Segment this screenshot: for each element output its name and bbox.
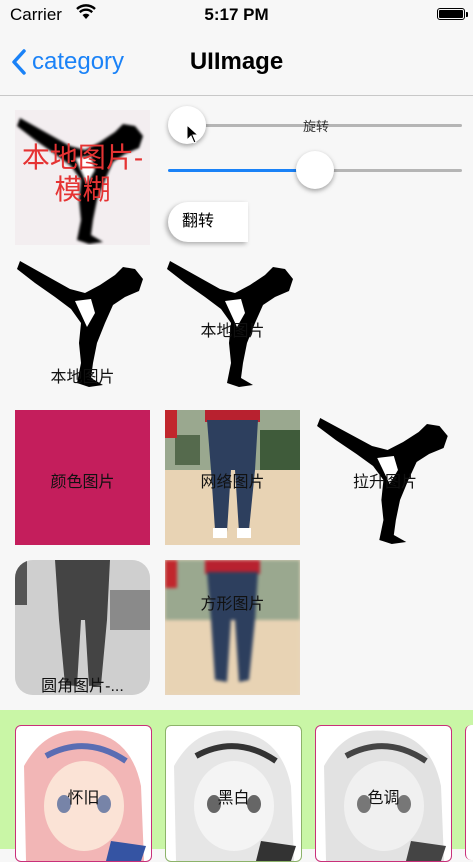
flip-button[interactable]: 翻转	[168, 202, 248, 242]
rotate-label: 旋转	[303, 119, 330, 134]
page-title: UIImage	[189, 48, 284, 75]
square-image-tile: 方形图片	[165, 560, 300, 695]
jeans-photo-blur-image	[165, 560, 300, 695]
local-image-label: 本地图片	[50, 369, 115, 386]
clock: 5:17 PM	[204, 5, 269, 24]
filter-hue-tile[interactable]: 色调	[315, 725, 452, 862]
blur-slider-track[interactable]	[316, 169, 462, 172]
status-bar: Carrier 5:17 PM	[0, 0, 473, 30]
filter-strip: 怀旧 黑白 色调	[0, 710, 473, 862]
filter-nostalgia-tile[interactable]: 怀旧	[15, 725, 152, 862]
network-image-tile: 网络图片	[165, 410, 300, 545]
local-image-tile-2: 本地图片	[165, 253, 300, 388]
blur-slider-thumb[interactable]	[296, 151, 334, 189]
rounded-image-tile: 圆角图片-...	[15, 560, 150, 695]
filter-next-tile-partial[interactable]	[465, 725, 473, 860]
filter-hue-label: 色调	[367, 790, 400, 807]
navigation-bar: category UIImage	[0, 30, 473, 96]
battery-icon	[437, 8, 468, 20]
network-image-label: 网络图片	[200, 474, 265, 491]
filter-black-white-tile[interactable]: 黑白	[165, 725, 302, 862]
filter-black-white-label: 黑白	[217, 790, 250, 807]
local-image-label-2: 本地图片	[200, 323, 265, 340]
blur-slider-fill	[168, 169, 316, 172]
square-image-label: 方形图片	[200, 596, 265, 613]
local-image-blur-label: 本地图片-模糊	[21, 142, 144, 205]
mouse-cursor-icon	[186, 124, 200, 144]
color-image-tile: 颜色图片	[15, 410, 150, 545]
filter-nostalgia-label: 怀旧	[67, 790, 100, 807]
stretch-image-tile: 拉升图片	[315, 410, 455, 545]
local-image-blur-tile: 本地图片-模糊	[15, 110, 150, 245]
rounded-image-label: 圆角图片-...	[41, 678, 124, 695]
local-image-tile: 本地图片	[15, 253, 150, 388]
color-image-label: 颜色图片	[50, 474, 115, 491]
stretch-image-label: 拉升图片	[352, 474, 417, 491]
